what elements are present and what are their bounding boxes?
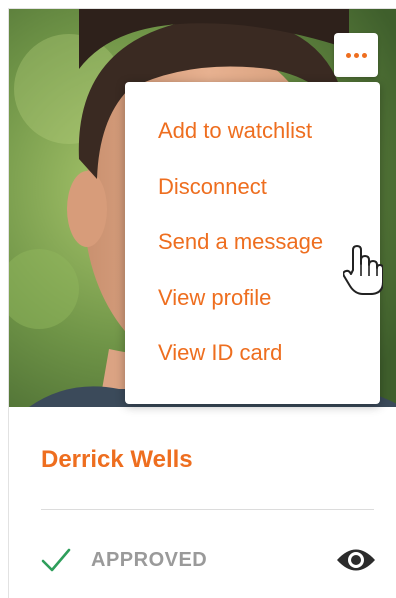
options-menu: Add to watchlist Disconnect Send a messa… [125, 82, 380, 404]
checkmark-icon [41, 547, 71, 578]
status-badge: APPROVED [91, 549, 208, 571]
more-options-button[interactable] [334, 33, 378, 77]
menu-item-disconnect[interactable]: Disconnect [158, 174, 267, 200]
menu-item-view-profile[interactable]: View profile [158, 285, 271, 311]
more-dot [361, 52, 367, 58]
status-row: APPROVED [41, 545, 377, 575]
more-dot [353, 52, 359, 58]
menu-item-add-to-watchlist[interactable]: Add to watchlist [158, 118, 312, 144]
profile-name: Derrick Wells [41, 446, 193, 473]
hand-pointer-cursor-icon [342, 244, 384, 301]
eye-icon[interactable] [335, 545, 377, 580]
menu-item-send-message[interactable]: Send a message [158, 229, 323, 255]
menu-item-view-id-card[interactable]: View ID card [158, 340, 282, 366]
profile-card: Add to watchlist Disconnect Send a messa… [8, 8, 396, 598]
more-horizontal-icon [345, 52, 351, 58]
divider [41, 509, 374, 510]
